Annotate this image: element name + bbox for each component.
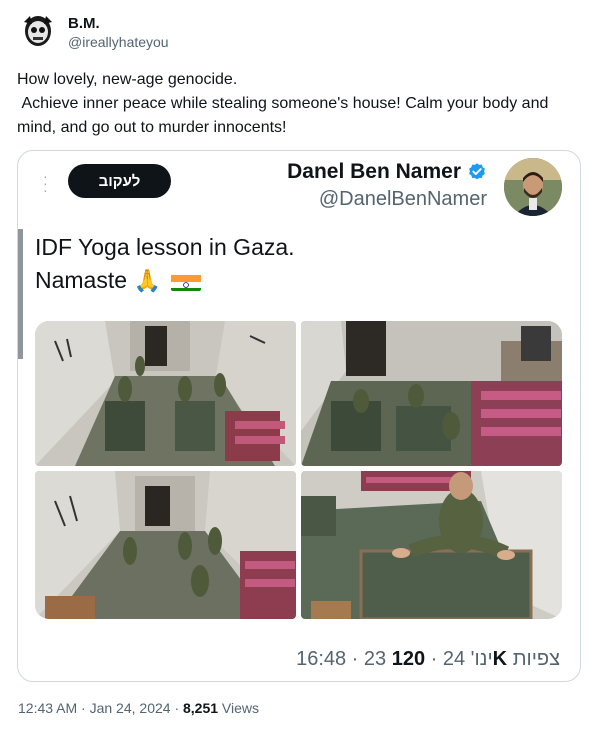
pray-emoji: 🙏: [133, 268, 161, 293]
media-photo-4[interactable]: [301, 471, 562, 619]
author-name[interactable]: B.M.: [68, 14, 169, 33]
quoted-author-avatar[interactable]: [504, 158, 562, 216]
media-photo-1[interactable]: [35, 321, 296, 466]
quoted-post-meta: 16:48 · 23 ינו' 24 · 120K צפיות: [296, 648, 560, 671]
quoted-text-line1: IDF Yoga lesson in Gaza.: [35, 234, 295, 260]
post-header: B.M. @ireallyhateyou: [18, 12, 169, 52]
post-footer: 12:43 AM · Jan 24, 2024 · 8,251 Views: [18, 700, 259, 716]
post-views-count: 8,251: [183, 700, 219, 716]
more-dots-icon[interactable]: · · ·: [43, 169, 49, 197]
quoted-text-line2: Namaste 🙏: [35, 264, 295, 297]
india-flag-icon: [171, 271, 202, 291]
quoted-author-name[interactable]: Danel Ben Namer: [287, 160, 461, 184]
media-photo-2[interactable]: [301, 321, 562, 466]
quoted-post-views-label: צפיות: [507, 648, 560, 670]
post-timestamp[interactable]: 12:43 AM · Jan 24, 2024 ·: [18, 700, 183, 716]
quoted-author-handle[interactable]: @DanelBenNamer: [319, 188, 487, 211]
author-handle[interactable]: @ireallyhateyou: [68, 33, 169, 52]
post-views-label: Views: [218, 700, 260, 716]
quote-accent-bar: [18, 229, 23, 359]
quoted-text-namaste: Namaste: [35, 267, 128, 293]
verified-badge-icon: [467, 162, 487, 182]
media-photo-3[interactable]: [35, 471, 296, 619]
post-text: How lovely, new-age genocide. Achieve in…: [17, 71, 549, 136]
quoted-post-text: IDF Yoga lesson in Gaza. Namaste 🙏: [35, 231, 295, 297]
author-avatar[interactable]: [18, 12, 58, 52]
follow-button[interactable]: לעקוב: [68, 164, 171, 198]
quoted-post-card[interactable]: · · · לעקוב Danel Ben Namer @DanelBenNamer…: [17, 150, 581, 682]
quoted-author-name-row[interactable]: Danel Ben Namer: [287, 160, 487, 184]
